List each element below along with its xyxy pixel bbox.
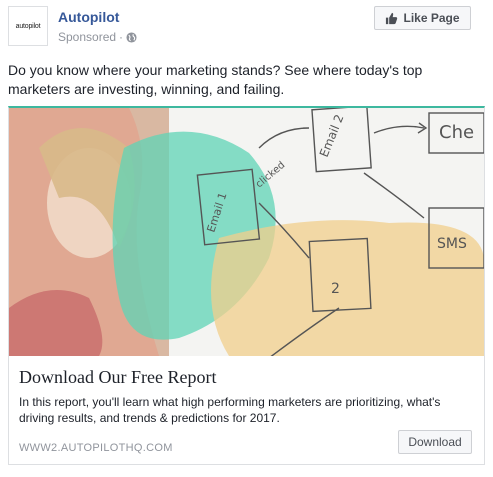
card-domain: WWW2.AUTOPILOTHQ.COM bbox=[19, 442, 173, 454]
post-message: Do you know where your marketing stands?… bbox=[8, 62, 423, 97]
globe-icon[interactable] bbox=[126, 31, 137, 43]
like-page-label: Like Page bbox=[403, 11, 460, 25]
sketch-number-2: 2 bbox=[331, 281, 340, 297]
link-card[interactable]: Email 2 Che SMS 2 Email 1 clicked Downlo… bbox=[8, 106, 485, 465]
card-description: In this report, you'll learn what high p… bbox=[19, 395, 441, 425]
page-avatar[interactable]: autopilot bbox=[8, 6, 48, 46]
sketch-che: Che bbox=[439, 122, 474, 143]
page-name-link[interactable]: Autopilot bbox=[58, 9, 119, 25]
separator-dot: · bbox=[119, 30, 124, 44]
post-header: autopilot Autopilot Sponsored · Like Pag… bbox=[8, 6, 485, 50]
sponsored-line: Sponsored · bbox=[58, 30, 137, 44]
like-page-button[interactable]: Like Page bbox=[374, 6, 471, 30]
download-button[interactable]: Download bbox=[398, 430, 472, 454]
avatar-logo-text: autopilot bbox=[15, 22, 41, 30]
thumbs-up-icon bbox=[385, 12, 398, 25]
sketch-sms: SMS bbox=[437, 236, 467, 252]
sponsored-label[interactable]: Sponsored bbox=[58, 30, 116, 44]
card-title[interactable]: Download Our Free Report bbox=[19, 367, 216, 388]
card-image[interactable]: Email 2 Che SMS 2 Email 1 clicked bbox=[9, 108, 484, 356]
